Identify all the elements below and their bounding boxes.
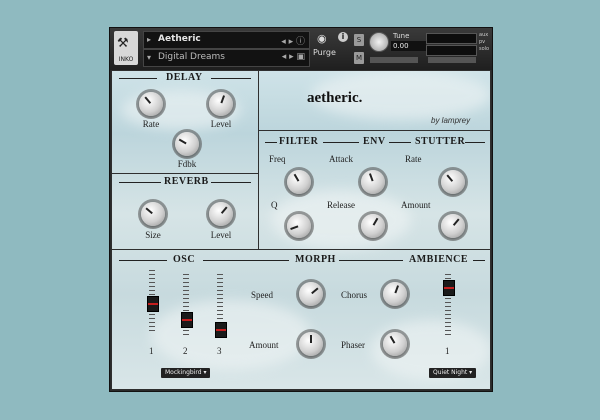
- instrument-header: ⚒ INKO ▸ Aetheric ◂ ▸ ⓘ ▾ Digital Dreams…: [110, 28, 492, 70]
- tune-value: 0.00: [391, 41, 426, 51]
- delay-fdbk-knob[interactable]: [175, 132, 199, 156]
- title-rule: [465, 142, 485, 143]
- mute-button[interactable]: M: [354, 52, 364, 64]
- morph-speed-label: Speed: [251, 290, 273, 300]
- preset-name-field[interactable]: ▾ Digital Dreams ◂ ▸ ▣: [143, 49, 310, 67]
- camera-icon[interactable]: ◉: [317, 32, 327, 45]
- side-buttons[interactable]: aux pv solo: [479, 32, 489, 53]
- stutter-rate-label: Rate: [405, 154, 422, 164]
- osc-fader-1[interactable]: [147, 296, 159, 312]
- title-rule: [473, 260, 485, 261]
- ambience-fader[interactable]: [443, 280, 455, 296]
- pan-slider[interactable]: [370, 57, 418, 63]
- stutter-rate-knob[interactable]: [441, 170, 465, 194]
- title-rule: [211, 78, 251, 79]
- delay-title: DELAY: [166, 72, 203, 83]
- side-label: solo: [479, 46, 490, 52]
- env-release-label: Release: [327, 200, 355, 210]
- title-rule: [119, 260, 167, 261]
- side-label: pv: [479, 39, 486, 45]
- title-rule: [323, 142, 359, 143]
- morph-title: MORPH: [295, 254, 336, 265]
- title-rule: [119, 78, 157, 79]
- brand-byline: by lamprey: [431, 116, 471, 125]
- morph-speed-knob[interactable]: [299, 282, 323, 306]
- osc-fader-3[interactable]: [215, 322, 227, 338]
- stutter-amount-label: Amount: [401, 200, 431, 210]
- chevron-down-icon: ▾: [147, 53, 152, 62]
- osc-fader-2-label: 2: [183, 346, 188, 356]
- delay-rate-label: Rate: [142, 119, 160, 129]
- env-release-knob[interactable]: [361, 214, 385, 238]
- morph-amount-label: Amount: [249, 340, 279, 350]
- title-rule: [119, 182, 161, 183]
- morph-chorus-knob[interactable]: [383, 282, 407, 306]
- morph-amount-knob[interactable]: [299, 332, 323, 356]
- nav-arrows-icon[interactable]: ◂ ▸ ⓘ: [281, 34, 305, 47]
- level-meter-left: [426, 33, 477, 44]
- reverb-level-label: Level: [210, 230, 232, 240]
- morph-phaser-knob[interactable]: [383, 332, 407, 356]
- filter-freq-label: Freq: [269, 154, 286, 164]
- reverb-level-knob[interactable]: [209, 202, 233, 226]
- brand-name: aetheric.: [307, 90, 363, 106]
- title-rule: [211, 182, 251, 183]
- reverb-size-label: Size: [145, 230, 161, 240]
- osc-fader-3-label: 3: [217, 346, 222, 356]
- osc-title: OSC: [173, 254, 196, 265]
- delay-level-label: Level: [210, 119, 232, 129]
- logo-label: INKO: [118, 56, 134, 63]
- ambience-preset-menu[interactable]: Quiet Night ▾: [429, 368, 477, 378]
- instrument-panel: DELAY Rate Level Fdbk REVERB Size Level …: [111, 70, 491, 390]
- delay-level-knob[interactable]: [209, 92, 233, 116]
- stutter-amount-knob[interactable]: [441, 214, 465, 238]
- wrench-icon: ⚒: [117, 36, 129, 51]
- morph-phaser-label: Phaser: [341, 340, 365, 350]
- solo-button[interactable]: S: [354, 34, 364, 46]
- stutter-title: STUTTER: [415, 136, 466, 147]
- tune-label: Tune: [393, 32, 410, 40]
- env-title: ENV: [363, 136, 386, 147]
- osc-fader-1-label: 1: [149, 346, 154, 356]
- instrument-logo-button[interactable]: ⚒ INKO: [114, 31, 138, 65]
- delay-rate-knob[interactable]: [139, 92, 163, 116]
- reverb-size-knob[interactable]: [141, 202, 165, 226]
- delay-fdbk-label: Fdbk: [177, 159, 197, 169]
- instrument-name-field[interactable]: ▸ Aetheric ◂ ▸ ⓘ: [143, 31, 310, 49]
- env-attack-knob[interactable]: [361, 170, 385, 194]
- kontakt-instrument-window: ⚒ INKO ▸ Aetheric ◂ ▸ ⓘ ▾ Digital Dreams…: [109, 27, 493, 392]
- filter-q-knob[interactable]: [287, 214, 311, 238]
- title-rule: [339, 260, 403, 261]
- instrument-name: Aetheric: [158, 34, 201, 44]
- osc-menu-label: Mockingbird: [165, 369, 202, 376]
- volume-slider[interactable]: [428, 57, 476, 63]
- purge-menu[interactable]: Purge: [313, 48, 336, 57]
- filter-freq-knob[interactable]: [287, 170, 311, 194]
- title-rule: [265, 142, 277, 143]
- info-icon[interactable]: i: [338, 32, 348, 42]
- side-label: aux: [479, 32, 489, 38]
- osc-preset-menu[interactable]: Mockingbird ▾: [161, 368, 211, 378]
- ambience-fader-label: 1: [445, 346, 450, 356]
- ambience-menu-label: Quiet Night: [433, 369, 468, 376]
- ambience-title: AMBIENCE: [409, 254, 469, 265]
- env-attack-label: Attack: [329, 154, 353, 164]
- morph-chorus-label: Chorus: [341, 290, 368, 300]
- title-rule: [203, 260, 289, 261]
- chevron-right-icon: ▸: [147, 35, 152, 44]
- title-rule: [389, 142, 411, 143]
- reverb-title: REVERB: [164, 176, 209, 187]
- filter-q-label: Q: [271, 200, 278, 210]
- preset-name: Digital Dreams: [158, 52, 225, 62]
- filter-title: FILTER: [279, 136, 319, 147]
- osc-fader-2[interactable]: [181, 312, 193, 328]
- level-meter-right: [426, 45, 477, 56]
- tune-knob[interactable]: [369, 32, 389, 52]
- page: { "header": { "logo_label": "INKO", "ins…: [0, 0, 600, 420]
- save-icon[interactable]: ◂ ▸ ▣: [282, 52, 305, 62]
